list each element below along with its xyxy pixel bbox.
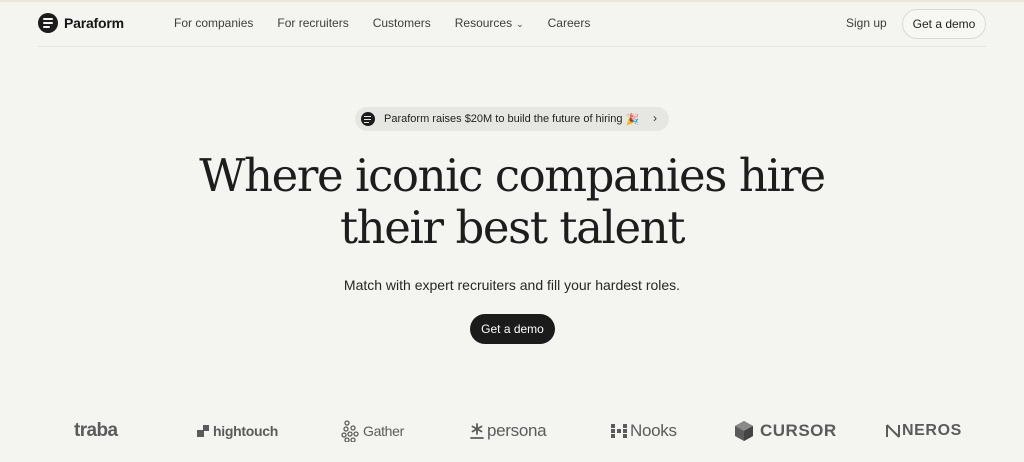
nav-link-resources-label: Resources bbox=[454, 16, 513, 30]
cube-icon bbox=[735, 421, 753, 441]
logo-neros-name: NEROS bbox=[902, 422, 962, 439]
logo-nooks: Nooks bbox=[611, 414, 677, 448]
customer-logos: traba hightouch Gather persona Nooks CUR… bbox=[0, 414, 1024, 448]
paraform-logo-icon bbox=[38, 13, 58, 33]
logo-persona: persona bbox=[470, 414, 547, 448]
hero-get-demo-button[interactable]: Get a demo bbox=[470, 314, 555, 344]
nav-link-for-companies[interactable]: For companies bbox=[174, 16, 253, 30]
logo-hightouch-name: hightouch bbox=[213, 423, 278, 439]
neros-mark-icon bbox=[886, 424, 900, 438]
chevron-down-icon: ⌄ bbox=[516, 19, 524, 29]
nav-link-resources[interactable]: Resources ⌄ bbox=[455, 16, 524, 30]
gather-dots-icon bbox=[341, 420, 359, 442]
brand-logo[interactable]: Paraform bbox=[38, 13, 124, 33]
sign-up-link[interactable]: Sign up bbox=[846, 16, 887, 30]
paraform-small-logo-icon bbox=[361, 112, 375, 126]
logo-persona-name: persona bbox=[487, 421, 547, 440]
hightouch-mark-icon bbox=[197, 425, 209, 437]
nav-link-for-recruiters[interactable]: For recruiters bbox=[277, 16, 348, 30]
nav-link-careers[interactable]: Careers bbox=[548, 16, 591, 30]
chevron-right-icon: › bbox=[653, 111, 657, 125]
hero-get-demo-label: Get a demo bbox=[481, 322, 544, 336]
nav-link-customers[interactable]: Customers bbox=[373, 16, 431, 30]
logo-cursor-name: CURSOR bbox=[760, 421, 837, 440]
logo-gather-name: Gather bbox=[363, 423, 404, 439]
logo-traba: traba bbox=[74, 414, 118, 448]
nav-get-demo-button[interactable]: Get a demo bbox=[902, 9, 986, 39]
nav-bar: Paraform For companies For recruiters Cu… bbox=[38, 0, 986, 47]
logo-gather: Gather bbox=[341, 414, 404, 448]
logo-hightouch: hightouch bbox=[197, 414, 278, 448]
hero-headline-line-2: their best talent bbox=[339, 201, 685, 254]
hero-headline: Where iconic companies hire their best t… bbox=[0, 150, 1024, 254]
party-popper-icon: 🎉 bbox=[625, 113, 640, 126]
top-navigation: Paraform For companies For recruiters Cu… bbox=[0, 0, 1024, 47]
nav-links: For companies For recruiters Customers R… bbox=[174, 16, 614, 30]
logo-cursor: CURSOR bbox=[734, 414, 837, 448]
announcement-text: Paraform raises $20M to build the future… bbox=[384, 113, 623, 125]
logo-neros: NEROS bbox=[885, 414, 962, 448]
asterisk-icon bbox=[470, 423, 484, 439]
logo-traba-name: traba bbox=[74, 420, 118, 441]
brand-name: Paraform bbox=[64, 15, 124, 31]
nav-get-demo-label: Get a demo bbox=[912, 17, 976, 31]
logo-nooks-name: Nooks bbox=[630, 421, 677, 440]
nooks-mark-icon bbox=[611, 424, 627, 438]
announcement-banner[interactable]: Paraform raises $20M to build the future… bbox=[355, 107, 669, 131]
hero-headline-line-1: Where iconic companies hire bbox=[199, 149, 826, 202]
hero-subtitle: Match with expert recruiters and fill yo… bbox=[343, 277, 681, 293]
